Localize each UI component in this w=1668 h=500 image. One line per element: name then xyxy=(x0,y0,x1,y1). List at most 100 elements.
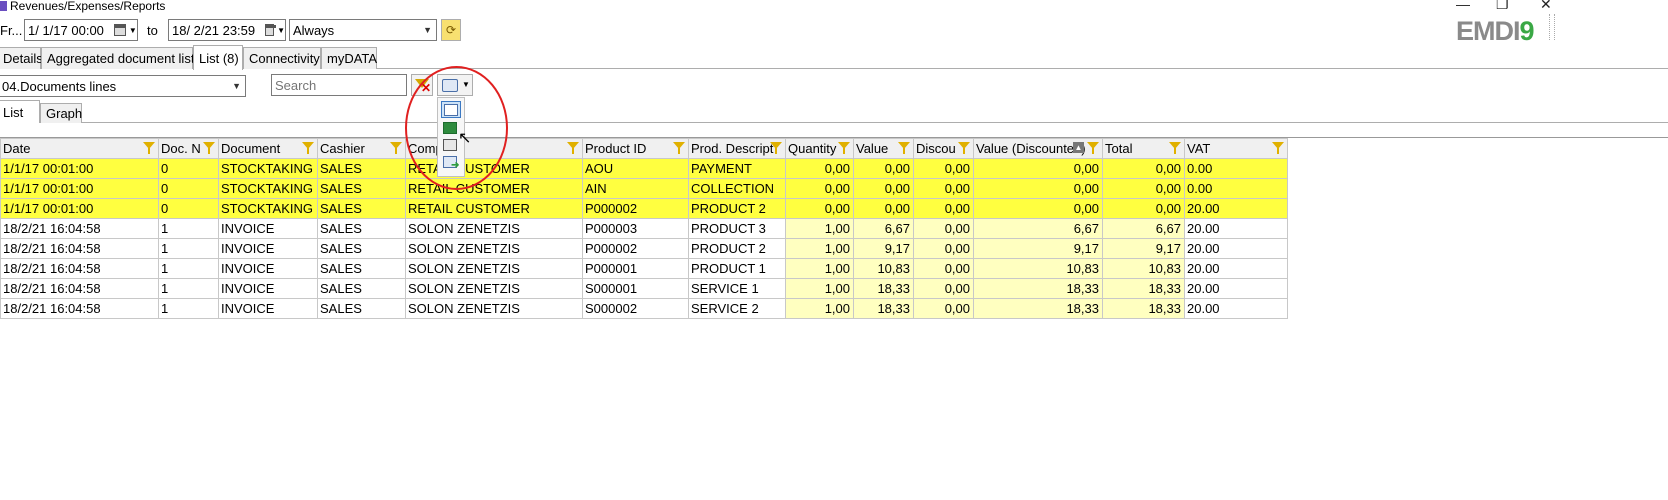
filter-icon[interactable] xyxy=(1169,142,1181,154)
filter-icon[interactable] xyxy=(958,142,970,154)
cell-company[interactable]: SOLON ZENETZIS xyxy=(405,258,583,279)
cell-discount[interactable]: 0,00 xyxy=(913,178,974,199)
filter-icon[interactable] xyxy=(390,142,402,154)
cell-quantity[interactable]: 0,00 xyxy=(785,158,854,179)
cell-cashier[interactable]: SALES xyxy=(317,278,406,299)
cell-date[interactable]: 18/2/21 16:04:58 xyxy=(0,258,159,279)
cell-product-description[interactable]: PRODUCT 2 xyxy=(688,198,786,219)
search-input[interactable] xyxy=(271,74,407,96)
cell-vat[interactable]: 0.00 xyxy=(1184,178,1288,199)
table-row[interactable]: 18/2/21 16:04:58 1 INVOICE SALES SOLON ZENET… xyxy=(0,298,1288,319)
cell-value[interactable]: 0,00 xyxy=(853,178,914,199)
column-header-discount[interactable]: Discou xyxy=(913,138,974,159)
cell-cashier[interactable]: SALES xyxy=(317,198,406,219)
cell-vat[interactable]: 20.00 xyxy=(1184,198,1288,219)
cell-vat[interactable]: 20.00 xyxy=(1184,278,1288,299)
cell-value-discounted[interactable]: 0,00 xyxy=(973,198,1103,219)
cell-quantity[interactable]: 1,00 xyxy=(785,238,854,259)
cell-product-description[interactable]: PAYMENT xyxy=(688,158,786,179)
filter-icon[interactable] xyxy=(567,142,579,154)
grip-handle[interactable] xyxy=(1549,14,1555,40)
cell-document[interactable]: INVOICE xyxy=(218,298,318,319)
cell-total[interactable]: 9,17 xyxy=(1102,238,1185,259)
refresh-button[interactable]: ⟳ xyxy=(441,19,461,41)
cell-value[interactable]: 10,83 xyxy=(853,258,914,279)
cell-doc-no[interactable]: 1 xyxy=(158,218,219,239)
restore-icon[interactable]: ❐ xyxy=(1496,0,1509,13)
cell-quantity[interactable]: 1,00 xyxy=(785,218,854,239)
cell-date[interactable]: 18/2/21 16:04:58 xyxy=(0,218,159,239)
table-row[interactable]: 18/2/21 16:04:58 1 INVOICE SALES SOLON ZENET… xyxy=(0,238,1288,259)
cell-date[interactable]: 18/2/21 16:04:58 xyxy=(0,238,159,259)
tab-list[interactable]: List (8) xyxy=(193,45,243,70)
column-header-product-description[interactable]: Prod. Descript xyxy=(688,138,786,159)
cell-discount[interactable]: 0,00 xyxy=(913,258,974,279)
tab-connectivity[interactable]: Connectivity xyxy=(243,47,321,69)
table-row[interactable]: 18/2/21 16:04:58 1 INVOICE SALES SOLON ZENET… xyxy=(0,218,1288,239)
cell-product-description[interactable]: PRODUCT 2 xyxy=(688,238,786,259)
cell-discount[interactable]: 0,00 xyxy=(913,278,974,299)
cell-company[interactable]: SOLON ZENETZIS xyxy=(405,298,583,319)
cell-product-description[interactable]: SERVICE 2 xyxy=(688,298,786,319)
column-header-cashier[interactable]: Cashier xyxy=(317,138,406,159)
cell-date[interactable]: 18/2/21 16:04:58 xyxy=(0,298,159,319)
column-header-total[interactable]: Total xyxy=(1102,138,1185,159)
cell-total[interactable]: 0,00 xyxy=(1102,198,1185,219)
column-header-value[interactable]: Value xyxy=(853,138,914,159)
filter-icon[interactable] xyxy=(1087,142,1099,154)
cell-value[interactable]: 0,00 xyxy=(853,158,914,179)
cell-cashier[interactable]: SALES xyxy=(317,258,406,279)
filter-icon[interactable] xyxy=(1272,142,1284,154)
to-date-picker[interactable]: 18/ 2/21 23:59 ▼ xyxy=(168,19,286,41)
cell-product-id[interactable]: P000001 xyxy=(582,258,689,279)
cell-quantity[interactable]: 0,00 xyxy=(785,178,854,199)
cell-doc-no[interactable]: 1 xyxy=(158,258,219,279)
filter-icon[interactable] xyxy=(302,142,314,154)
cell-document[interactable]: INVOICE xyxy=(218,278,318,299)
column-header-doc-no[interactable]: Doc. N xyxy=(158,138,219,159)
cell-value-discounted[interactable]: 0,00 xyxy=(973,178,1103,199)
cell-doc-no[interactable]: 1 xyxy=(158,238,219,259)
cell-vat[interactable]: 0.00 xyxy=(1184,158,1288,179)
filter-icon[interactable] xyxy=(838,142,850,154)
cell-doc-no[interactable]: 1 xyxy=(158,298,219,319)
cell-product-description[interactable]: COLLECTION xyxy=(688,178,786,199)
cell-doc-no[interactable]: 0 xyxy=(158,178,219,199)
column-header-product-id[interactable]: Product ID xyxy=(582,138,689,159)
minimize-icon[interactable]: — xyxy=(1456,0,1470,12)
cell-value-discounted[interactable]: 18,33 xyxy=(973,278,1103,299)
cell-discount[interactable]: 0,00 xyxy=(913,158,974,179)
cell-vat[interactable]: 20.00 xyxy=(1184,238,1288,259)
filter-icon[interactable] xyxy=(898,142,910,154)
cell-cashier[interactable]: SALES xyxy=(317,298,406,319)
cell-document[interactable]: STOCKTAKING xyxy=(218,178,318,199)
cell-product-id[interactable]: AIN xyxy=(582,178,689,199)
report-select[interactable]: 04.Documents lines ▼ xyxy=(0,75,246,97)
cell-cashier[interactable]: SALES xyxy=(317,178,406,199)
cell-quantity[interactable]: 1,00 xyxy=(785,258,854,279)
tab-details[interactable]: Details xyxy=(0,47,43,69)
cell-total[interactable]: 6,67 xyxy=(1102,218,1185,239)
cell-vat[interactable]: 20.00 xyxy=(1184,298,1288,319)
cell-company[interactable]: SOLON ZENETZIS xyxy=(405,238,583,259)
cell-doc-no[interactable]: 0 xyxy=(158,198,219,219)
column-header-value-discounted[interactable]: Value (Discounted) ▲ xyxy=(973,138,1103,159)
table-row[interactable]: 1/1/17 00:01:00 0 STOCKTAKING SALES RETAIL C… xyxy=(0,198,1288,219)
cell-total[interactable]: 0,00 xyxy=(1102,178,1185,199)
table-row[interactable]: 18/2/21 16:04:58 1 INVOICE SALES SOLON ZENET… xyxy=(0,278,1288,299)
cell-value[interactable]: 6,67 xyxy=(853,218,914,239)
column-header-vat[interactable]: VAT xyxy=(1184,138,1288,159)
cell-value-discounted[interactable]: 6,67 xyxy=(973,218,1103,239)
cell-document[interactable]: STOCKTAKING xyxy=(218,198,318,219)
cell-product-description[interactable]: PRODUCT 3 xyxy=(688,218,786,239)
table-row[interactable]: 1/1/17 00:01:00 0 STOCKTAKING SALES RETAIL C… xyxy=(0,178,1288,199)
cell-document[interactable]: INVOICE xyxy=(218,258,318,279)
cell-total[interactable]: 10,83 xyxy=(1102,258,1185,279)
cell-value-discounted[interactable]: 9,17 xyxy=(973,238,1103,259)
cell-discount[interactable]: 0,00 xyxy=(913,218,974,239)
cell-doc-no[interactable]: 1 xyxy=(158,278,219,299)
filter-icon[interactable] xyxy=(143,142,155,154)
cell-date[interactable]: 1/1/17 00:01:00 xyxy=(0,198,159,219)
tab-mydata[interactable]: myDATA xyxy=(321,47,377,69)
cell-product-description[interactable]: SERVICE 1 xyxy=(688,278,786,299)
